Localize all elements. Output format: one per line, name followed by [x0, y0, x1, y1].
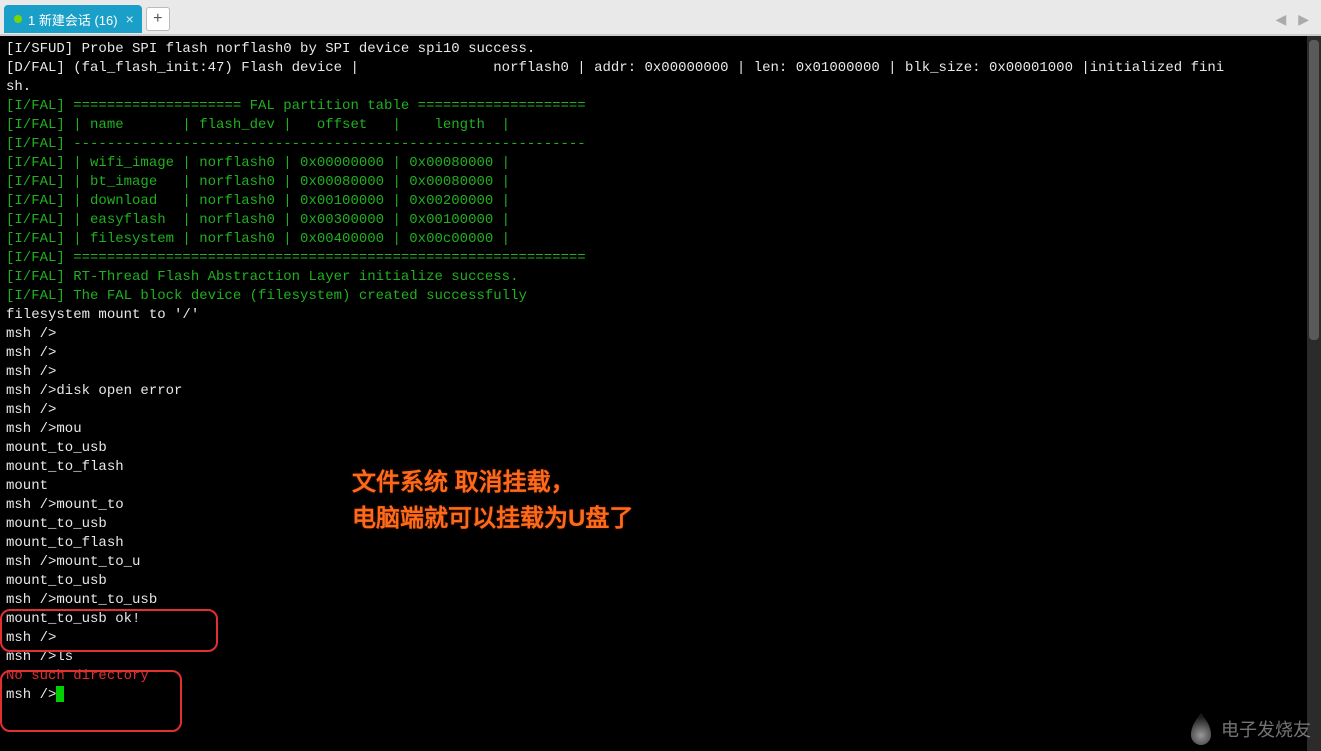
terminal-line: mount_to_usb — [6, 572, 1315, 591]
terminal-line: mount_to_usb — [6, 439, 1315, 458]
terminal-line: mount — [6, 477, 1315, 496]
tab-nav: ◀ ▶ — [1275, 11, 1317, 28]
terminal-line: filesystem mount to '/' — [6, 306, 1315, 325]
terminal-line: msh /> — [6, 363, 1315, 382]
terminal-line: [I/FAL] | easyflash | norflash0 | 0x0030… — [6, 211, 1315, 230]
tab-bar: 1 新建会话 (16) × + ◀ ▶ — [0, 0, 1321, 36]
terminal-line: [I/FAL] ================================… — [6, 249, 1315, 268]
terminal-line: msh /> — [6, 686, 1315, 705]
terminal-line: [I/FAL] ==================== FAL partiti… — [6, 97, 1315, 116]
terminal-line: mount_to_usb ok! — [6, 610, 1315, 629]
terminal-line: sh. — [6, 78, 1315, 97]
tab-prev-icon[interactable]: ◀ — [1275, 11, 1286, 28]
terminal-line: No such directory — [6, 667, 1315, 686]
terminal-line: msh />disk open error — [6, 382, 1315, 401]
terminal-line: [D/FAL] (fal_flash_init:47) Flash device… — [6, 59, 1315, 78]
terminal-line: [I/FAL] RT-Thread Flash Abstraction Laye… — [6, 268, 1315, 287]
terminal-line: [I/FAL] | name | flash_dev | offset | le… — [6, 116, 1315, 135]
status-dot-icon — [14, 15, 22, 23]
terminal-line: [I/FAL] | bt_image | norflash0 | 0x00080… — [6, 173, 1315, 192]
terminal-line: mount_to_flash — [6, 534, 1315, 553]
terminal-line: mount_to_usb — [6, 515, 1315, 534]
terminal-line: [I/FAL] The FAL block device (filesystem… — [6, 287, 1315, 306]
scrollbar-thumb[interactable] — [1309, 40, 1319, 340]
terminal-line: msh />ls — [6, 648, 1315, 667]
terminal-line: [I/FAL] | wifi_image | norflash0 | 0x000… — [6, 154, 1315, 173]
terminal-line: msh />mount_to — [6, 496, 1315, 515]
scrollbar[interactable] — [1307, 36, 1321, 751]
tab-active[interactable]: 1 新建会话 (16) × — [4, 5, 142, 33]
terminal-line: msh />mou — [6, 420, 1315, 439]
tab-next-icon[interactable]: ▶ — [1298, 11, 1309, 28]
terminal-line: msh />mount_to_usb — [6, 591, 1315, 610]
terminal-output[interactable]: [I/SFUD] Probe SPI flash norflash0 by SP… — [0, 36, 1321, 751]
terminal-line: msh /> — [6, 344, 1315, 363]
terminal-line: [I/FAL] | download | norflash0 | 0x00100… — [6, 192, 1315, 211]
cursor — [56, 686, 64, 702]
terminal-line: msh /> — [6, 401, 1315, 420]
terminal-line: [I/FAL] | filesystem | norflash0 | 0x004… — [6, 230, 1315, 249]
terminal-line: msh /> — [6, 325, 1315, 344]
terminal-line: [I/FAL] --------------------------------… — [6, 135, 1315, 154]
tab-label: 1 新建会话 (16) — [28, 10, 118, 29]
new-tab-button[interactable]: + — [146, 7, 170, 31]
terminal-line: msh /> — [6, 629, 1315, 648]
plus-icon: + — [153, 10, 162, 28]
terminal-line: [I/SFUD] Probe SPI flash norflash0 by SP… — [6, 40, 1315, 59]
close-icon[interactable]: × — [124, 11, 136, 27]
terminal-line: msh />mount_to_u — [6, 553, 1315, 572]
terminal-line: mount_to_flash — [6, 458, 1315, 477]
